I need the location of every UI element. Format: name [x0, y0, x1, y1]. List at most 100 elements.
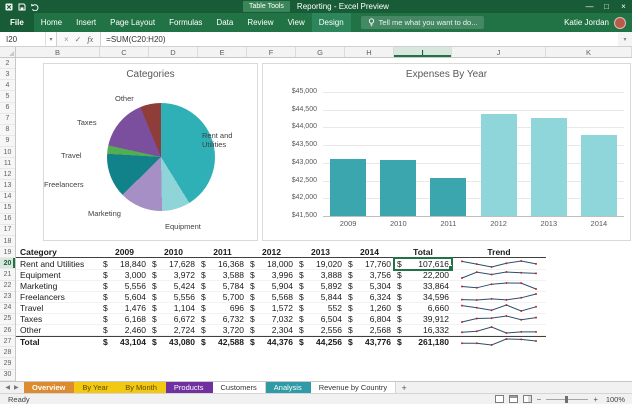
table-cell-C22[interactable]: $5,556 — [100, 281, 149, 292]
cancel-icon[interactable]: × — [64, 35, 69, 44]
page-break-view-icon[interactable] — [523, 395, 532, 403]
table-cell-E26[interactable]: $3,720 — [198, 325, 247, 336]
table-header-category[interactable]: Category — [16, 247, 100, 258]
table-cell-H20[interactable]: $17,760 — [345, 258, 394, 269]
column-header-k[interactable]: K — [546, 47, 632, 57]
table-header-2009[interactable]: 2009 — [100, 247, 149, 258]
sheet-tab-revenue-by-country[interactable]: Revenue by Country — [311, 382, 396, 393]
table-cell-F23[interactable]: $5,568 — [247, 292, 296, 303]
account-area[interactable]: Katie Jordan — [564, 17, 632, 29]
table-cell-J20[interactable] — [452, 258, 546, 269]
table-cell-G21[interactable]: $3,888 — [296, 270, 345, 281]
sheet-nav-right-icon[interactable]: ▶ — [14, 384, 19, 391]
table-cell-C23[interactable]: $5,604 — [100, 292, 149, 303]
zoom-slider-thumb[interactable] — [565, 396, 568, 403]
row-header-29[interactable]: 29 — [0, 358, 15, 369]
row-header-11[interactable]: 11 — [0, 158, 15, 169]
table-cell-I23[interactable]: $34,596 — [394, 292, 452, 303]
maximize-button[interactable]: □ — [598, 0, 615, 13]
save-icon[interactable] — [18, 3, 26, 11]
table-header-2013[interactable]: 2013 — [296, 247, 345, 258]
table-cell-B22[interactable]: Marketing — [16, 281, 100, 292]
column-header-f[interactable]: F — [247, 47, 296, 57]
sheet-tab-products[interactable]: Products — [166, 382, 213, 393]
sheet-tab-analysis[interactable]: Analysis — [266, 382, 311, 393]
excel-app-icon[interactable] — [5, 3, 13, 11]
table-cell-I20[interactable]: $107,616 — [394, 258, 452, 269]
row-header-21[interactable]: 21 — [0, 269, 15, 280]
table-cell-C26[interactable]: $2,460 — [100, 325, 149, 336]
sheet-canvas[interactable]: Categories Rent and UtilitiesEquipmentMa… — [16, 58, 632, 381]
insert-function-icon[interactable]: fx — [87, 35, 93, 44]
table-cell-D20[interactable]: $17,628 — [149, 258, 198, 269]
table-cell-F25[interactable]: $7,032 — [247, 314, 296, 325]
pie-chart[interactable]: Categories Rent and UtilitiesEquipmentMa… — [43, 63, 258, 241]
row-header-28[interactable]: 28 — [0, 347, 15, 358]
ribbon-tab-file[interactable]: File — [0, 13, 34, 32]
table-cell-D25[interactable]: $6,672 — [149, 314, 198, 325]
table-cell-C27[interactable]: $43,104 — [100, 336, 149, 347]
table-cell-H24[interactable]: $1,260 — [345, 303, 394, 314]
table-cell-H26[interactable]: $2,568 — [345, 325, 394, 336]
table-cell-I26[interactable]: $16,332 — [394, 325, 452, 336]
table-cell-D23[interactable]: $5,556 — [149, 292, 198, 303]
table-header-2014[interactable]: 2014 — [345, 247, 394, 258]
table-cell-E20[interactable]: $16,368 — [198, 258, 247, 269]
table-cell-D21[interactable]: $3,972 — [149, 270, 198, 281]
row-header-23[interactable]: 23 — [0, 292, 15, 303]
tell-me-box[interactable]: Tell me what you want to do... — [361, 16, 485, 29]
table-cell-B20[interactable]: Rent and Utilities — [16, 258, 100, 269]
table-cell-B26[interactable]: Other — [16, 325, 100, 336]
table-cell-G22[interactable]: $5,892 — [296, 281, 345, 292]
table-cell-J23[interactable] — [452, 292, 546, 303]
table-cell-G23[interactable]: $5,844 — [296, 292, 345, 303]
table-cell-H21[interactable]: $3,756 — [345, 270, 394, 281]
row-header-8[interactable]: 8 — [0, 125, 15, 136]
sheet-nav-left-icon[interactable]: ◀ — [5, 384, 10, 391]
table-cell-F27[interactable]: $44,376 — [247, 336, 296, 347]
row-header-16[interactable]: 16 — [0, 214, 15, 225]
table-cell-C24[interactable]: $1,476 — [100, 303, 149, 314]
table-cell-F21[interactable]: $3,996 — [247, 270, 296, 281]
table-cell-H25[interactable]: $6,804 — [345, 314, 394, 325]
row-header-2[interactable]: 2 — [0, 58, 15, 69]
table-cell-B23[interactable]: Freelancers — [16, 292, 100, 303]
table-cell-B27[interactable]: Total — [16, 336, 100, 347]
ribbon-tab-page-layout[interactable]: Page Layout — [103, 13, 162, 32]
table-cell-J27[interactable] — [452, 336, 546, 347]
ribbon-tab-home[interactable]: Home — [34, 13, 69, 32]
table-cell-I24[interactable]: $6,660 — [394, 303, 452, 314]
table-cell-D22[interactable]: $5,424 — [149, 281, 198, 292]
table-cell-H27[interactable]: $43,776 — [345, 336, 394, 347]
name-box[interactable]: I20 — [0, 32, 46, 46]
enter-icon[interactable]: ✓ — [75, 35, 82, 44]
table-cell-I27[interactable]: $261,180 — [394, 336, 452, 347]
table-cell-C25[interactable]: $6,168 — [100, 314, 149, 325]
column-header-g[interactable]: G — [296, 47, 345, 57]
table-cell-E27[interactable]: $42,588 — [198, 336, 247, 347]
ribbon-tab-design[interactable]: Design — [312, 13, 351, 32]
table-cell-F26[interactable]: $2,304 — [247, 325, 296, 336]
table-header-total[interactable]: Total — [394, 247, 452, 258]
table-cell-F20[interactable]: $18,000 — [247, 258, 296, 269]
table-cell-E24[interactable]: $696 — [198, 303, 247, 314]
sheet-tab-by-year[interactable]: By Year — [74, 382, 117, 393]
table-cell-C20[interactable]: $18,840 — [100, 258, 149, 269]
table-cell-F24[interactable]: $1,572 — [247, 303, 296, 314]
formula-input[interactable]: =SUM(C20:H20) — [101, 32, 618, 46]
table-header-2012[interactable]: 2012 — [247, 247, 296, 258]
ribbon-tab-review[interactable]: Review — [240, 13, 280, 32]
row-header-22[interactable]: 22 — [0, 281, 15, 292]
table-cell-J22[interactable] — [452, 281, 546, 292]
table-cell-J26[interactable] — [452, 325, 546, 336]
row-header-30[interactable]: 30 — [0, 370, 15, 381]
table-cell-G27[interactable]: $44,256 — [296, 336, 345, 347]
zoom-slider[interactable] — [546, 399, 588, 400]
name-box-dropdown-icon[interactable]: ▾ — [46, 32, 57, 46]
table-cell-D27[interactable]: $43,080 — [149, 336, 198, 347]
table-cell-C21[interactable]: $3,000 — [100, 270, 149, 281]
zoom-in-icon[interactable]: + — [593, 395, 598, 404]
table-cell-H22[interactable]: $5,304 — [345, 281, 394, 292]
table-cell-G24[interactable]: $552 — [296, 303, 345, 314]
undo-icon[interactable] — [31, 3, 40, 11]
